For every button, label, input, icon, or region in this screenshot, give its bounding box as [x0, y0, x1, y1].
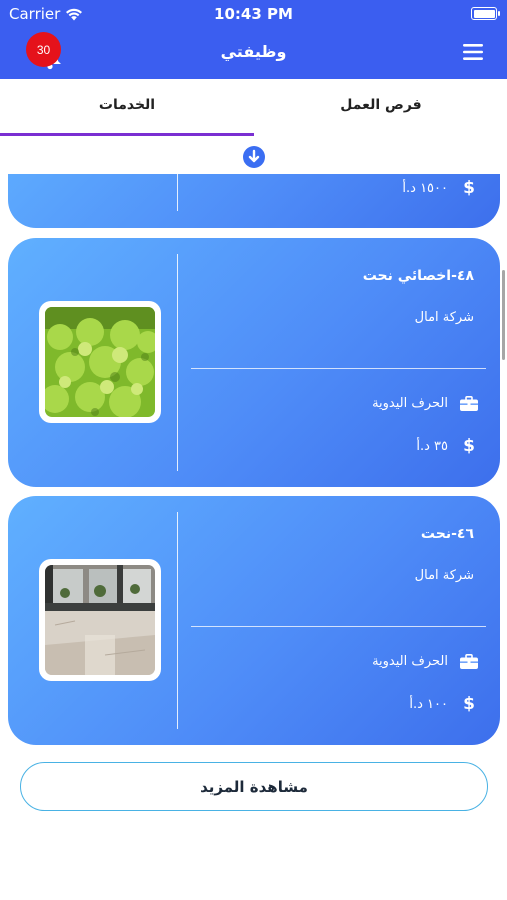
app-header: Carrier 10:43 PM 30 وظيفتي — [0, 0, 507, 79]
battery-icon — [471, 7, 500, 20]
card-divider — [177, 174, 178, 211]
dollar-icon: $ — [463, 436, 475, 456]
card-separator — [191, 368, 486, 369]
listing-price: ٣٥ د.أ — [416, 438, 448, 454]
page-title: وظيفتي — [220, 42, 287, 61]
card-divider — [177, 254, 178, 471]
listing-company: شركة امال — [414, 310, 474, 325]
price-row: ١٥٠٠ د.أ $ — [402, 178, 480, 198]
hamburger-menu-icon — [463, 44, 483, 60]
price-row: ٣٥ د.أ $ — [416, 436, 480, 456]
listing-list: ١٥٠٠ د.أ $ ٤٨-اخصائي نحت شركة امال الحرف… — [0, 174, 507, 752]
tab-services[interactable]: الخدمات — [0, 97, 254, 113]
interior-photo — [45, 565, 155, 675]
listing-card[interactable]: ١٥٠٠ د.أ $ — [8, 174, 500, 228]
listing-title: ٤٨-اخصائي نحت — [362, 268, 474, 284]
briefcase-icon — [460, 654, 478, 669]
listing-price: ١٥٠٠ د.أ — [402, 180, 448, 196]
listing-card[interactable]: ٤٦-نحت شركة امال الحرف اليدوية ١٠٠ د.أ $ — [8, 496, 500, 745]
briefcase-icon — [460, 396, 478, 411]
card-divider — [177, 512, 178, 729]
dollar-icon: $ — [463, 694, 475, 714]
price-row: ١٠٠ د.أ $ — [409, 694, 480, 714]
menu-button[interactable] — [463, 44, 483, 60]
category-row: الحرف اليدوية — [372, 396, 480, 411]
listing-company: شركة امال — [414, 568, 474, 583]
view-more-button[interactable]: مشاهدة المزيد — [20, 762, 488, 811]
listing-price: ١٠٠ د.أ — [409, 696, 448, 712]
scroll-down-icon[interactable] — [243, 146, 265, 168]
category-row: الحرف اليدوية — [372, 654, 480, 669]
listing-thumbnail — [39, 301, 161, 423]
tab-indicator — [0, 133, 254, 136]
listing-category: الحرف اليدوية — [372, 396, 448, 411]
card-separator — [191, 626, 486, 627]
dollar-icon: $ — [463, 178, 475, 198]
status-bar: Carrier 10:43 PM — [0, 0, 507, 28]
lettuce-photo — [45, 307, 155, 417]
listing-category: الحرف اليدوية — [372, 654, 448, 669]
status-time: 10:43 PM — [214, 5, 293, 23]
listing-thumbnail — [39, 559, 161, 681]
listing-card[interactable]: ٤٨-اخصائي نحت شركة امال الحرف اليدوية ٣٥… — [8, 238, 500, 487]
listing-title: ٤٦-نحت — [420, 526, 474, 542]
scrollbar[interactable] — [502, 270, 505, 360]
tab-bar: الخدمات فرص العمل — [0, 79, 507, 137]
tab-job-opportunities[interactable]: فرص العمل — [254, 97, 507, 113]
